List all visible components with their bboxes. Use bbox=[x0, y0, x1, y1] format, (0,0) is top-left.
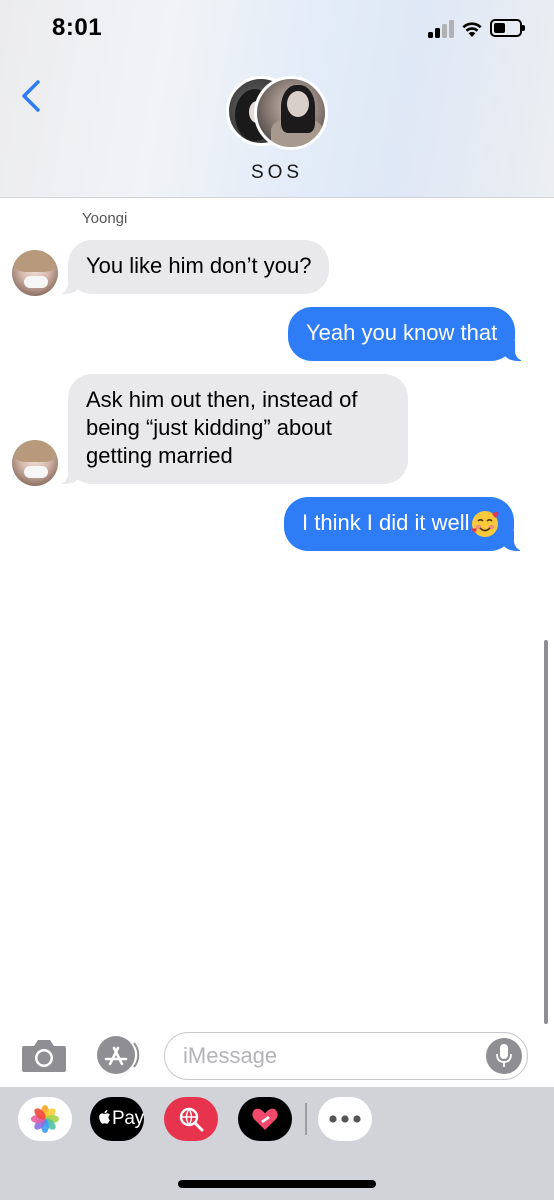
wifi-icon bbox=[462, 22, 482, 37]
message-input[interactable] bbox=[183, 1041, 483, 1071]
message-text-line: being “just kidding” about bbox=[86, 415, 332, 440]
app-store-icon[interactable] bbox=[94, 1034, 142, 1076]
scrollbar[interactable] bbox=[544, 640, 548, 1024]
sender-avatar[interactable] bbox=[12, 440, 58, 486]
outgoing-message-bubble[interactable]: I think I did it well bbox=[284, 497, 524, 551]
sender-name: Yoongi bbox=[82, 210, 128, 227]
digital-touch-icon bbox=[252, 1108, 278, 1130]
smiling-face-with-hearts-icon bbox=[471, 511, 498, 537]
drawer-divider bbox=[305, 1103, 307, 1135]
microphone-icon bbox=[496, 1044, 512, 1067]
more-apps-button[interactable] bbox=[318, 1097, 372, 1141]
outgoing-message-bubble[interactable]: Yeah you know that bbox=[288, 307, 526, 361]
group-avatars[interactable] bbox=[226, 76, 330, 152]
camera-icon[interactable] bbox=[20, 1036, 68, 1074]
cellular-signal-icon bbox=[428, 20, 454, 38]
photos-icon bbox=[31, 1105, 59, 1133]
web-search-icon bbox=[179, 1107, 204, 1132]
photos-app-button[interactable] bbox=[18, 1097, 72, 1141]
web-search-app-button[interactable] bbox=[164, 1097, 218, 1141]
conversation-header: 8:01 SOS bbox=[0, 0, 554, 198]
apple-logo-icon bbox=[99, 1110, 110, 1124]
apple-pay-label: Pay bbox=[112, 1108, 144, 1129]
more-icon bbox=[329, 1115, 361, 1123]
incoming-message-bubble[interactable]: You like him don’t you? bbox=[57, 240, 330, 294]
digital-touch-app-button[interactable] bbox=[238, 1097, 292, 1141]
message-text-line: getting married bbox=[86, 443, 233, 468]
home-indicator[interactable] bbox=[178, 1180, 376, 1188]
group-avatar-2 bbox=[254, 76, 328, 150]
battery-icon bbox=[490, 19, 525, 37]
microphone-button[interactable] bbox=[486, 1038, 522, 1074]
apple-pay-button[interactable]: Pay bbox=[90, 1097, 144, 1141]
message-input-container bbox=[164, 1032, 528, 1080]
status-time: 8:01 bbox=[52, 14, 103, 41]
message-text: You like him don’t you? bbox=[86, 253, 312, 278]
sender-avatar[interactable] bbox=[12, 250, 58, 296]
back-chevron-icon[interactable] bbox=[18, 78, 44, 114]
message-text-line: Ask him out then, instead of bbox=[86, 387, 358, 412]
message-text: Yeah you know that bbox=[306, 320, 498, 345]
message-text: I think I did it well bbox=[302, 510, 470, 535]
group-name[interactable]: SOS bbox=[0, 162, 554, 184]
incoming-message-bubble[interactable]: Ask him out then, instead of being “just… bbox=[58, 374, 408, 484]
